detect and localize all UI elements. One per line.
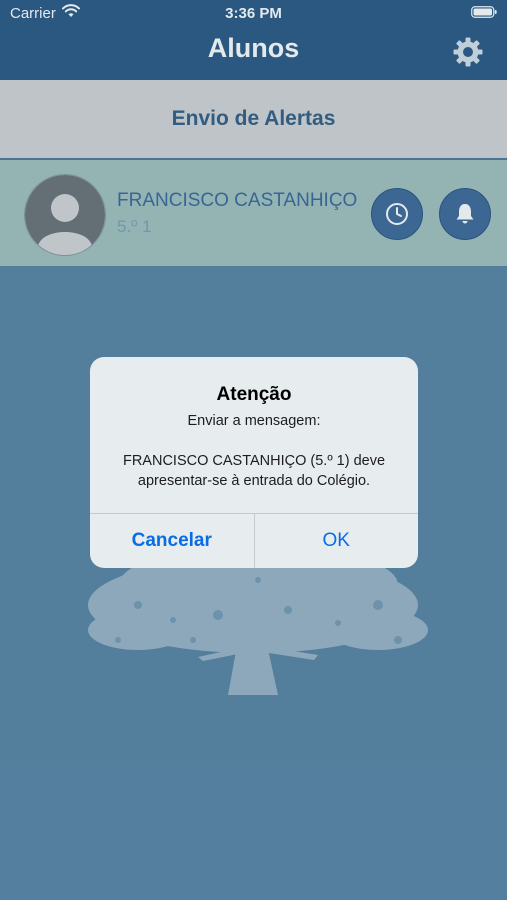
cancel-button[interactable]: Cancelar <box>90 514 255 568</box>
dialog-title: Atenção <box>216 384 292 405</box>
ok-button[interactable]: OK <box>255 514 419 568</box>
confirmation-dialog: Atenção Enviar a mensagem: FRANCISCO CAS… <box>90 357 418 568</box>
dialog-message: Enviar a mensagem: FRANCISCO CASTANHIÇO … <box>122 413 386 489</box>
screen: Carrier 3:36 PM Alunos Envio de Alertas … <box>0 0 507 900</box>
dialog-actions: Cancelar OK <box>90 513 418 568</box>
